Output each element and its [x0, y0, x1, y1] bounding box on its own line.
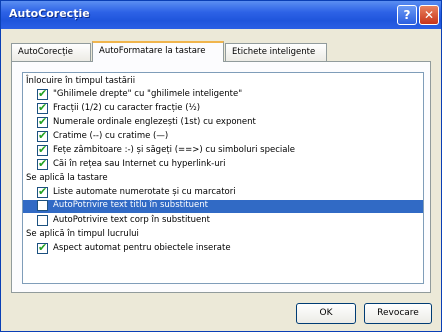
option-label: AutoPotrivire text corp în substituent: [53, 215, 210, 225]
check-icon: ✔: [38, 241, 48, 254]
checkbox[interactable]: ✔: [37, 101, 48, 114]
check-icon: ✔: [38, 87, 48, 100]
section-heading-apply-while-working: Se aplică în timpul lucrului: [26, 229, 139, 239]
option-label: AutoPotrivire text titlu în substituent: [53, 200, 208, 210]
cancel-button[interactable]: Revocare: [364, 303, 432, 324]
checkbox[interactable]: ✔: [37, 87, 48, 100]
check-icon: ✔: [38, 129, 48, 142]
section-heading-apply-as-you-type: Se aplică la tastare: [26, 173, 108, 183]
title-bar: AutoCorecție ? ✕: [1, 1, 441, 29]
checkbox[interactable]: ✔: [37, 157, 48, 170]
tab-autoformat-as-you-type[interactable]: AutoFormatare la tastare: [92, 41, 224, 62]
ok-button[interactable]: OK: [296, 303, 356, 324]
check-icon: ✔: [38, 185, 48, 198]
option-label: Fracții (1/2) cu caracter fracție (½): [53, 103, 201, 113]
autocorrect-dialog: AutoCorecție ? ✕ AutoCorecție AutoFormat…: [0, 0, 442, 332]
checkbox[interactable]: ✔: [37, 143, 48, 156]
list-item[interactable]: ✔ Cratime (--) cu cratime (—): [23, 129, 423, 143]
section-heading-replace: Înlocuire în timpul tastării: [26, 76, 136, 86]
tab-panel: Înlocuire în timpul tastării ✔ "Ghilimel…: [11, 61, 431, 293]
checkbox[interactable]: [37, 215, 48, 226]
list-item[interactable]: ✔ Aspect automat pentru obiectele insera…: [23, 241, 423, 255]
option-label: Fețe zâmbitoare :-) și săgeți (==>) cu s…: [53, 145, 296, 155]
option-label: Aspect automat pentru obiectele inserate: [53, 243, 231, 253]
list-item[interactable]: ✔ Fețe zâmbitoare :-) și săgeți (==>) cu…: [23, 143, 423, 157]
check-icon: ✔: [38, 115, 48, 128]
list-item[interactable]: ✔ Numerale ordinale englezești (1st) cu …: [23, 115, 423, 129]
checkbox[interactable]: ✔: [37, 129, 48, 142]
check-icon: ✔: [38, 157, 48, 170]
help-button[interactable]: ?: [397, 5, 417, 25]
checkbox[interactable]: ✔: [37, 115, 48, 128]
option-label: "Ghilimele drepte" cu "ghilimele intelig…: [53, 89, 243, 99]
tab-smart-tags[interactable]: Etichete inteligente: [225, 43, 327, 61]
list-item[interactable]: ✔ "Ghilimele drepte" cu "ghilimele intel…: [23, 87, 423, 101]
list-item[interactable]: ✔ Fracții (1/2) cu caracter fracție (½): [23, 101, 423, 115]
check-icon: ✔: [38, 143, 48, 156]
options-list[interactable]: Înlocuire în timpul tastării ✔ "Ghilimel…: [22, 72, 424, 284]
checkbox[interactable]: ✔: [37, 185, 48, 198]
option-label: Numerale ordinale englezești (1st) cu ex…: [53, 117, 256, 127]
tab-strip: AutoCorecție AutoFormatare la tastare Et…: [11, 41, 431, 62]
checkbox[interactable]: [37, 200, 48, 211]
close-button[interactable]: ✕: [419, 5, 439, 25]
check-icon: ✔: [38, 101, 48, 114]
option-label: Căi în rețea sau Internet cu hyperlink-u…: [53, 159, 226, 169]
option-label: Cratime (--) cu cratime (—): [53, 131, 169, 141]
checkbox[interactable]: ✔: [37, 241, 48, 254]
list-item[interactable]: AutoPotrivire text corp în substituent: [23, 215, 423, 227]
option-label: Liste automate numerotate și cu marcator…: [53, 187, 236, 197]
window-title: AutoCorecție: [9, 7, 90, 20]
list-item-selected[interactable]: AutoPotrivire text titlu în substituent: [23, 200, 423, 213]
tab-autocorrect[interactable]: AutoCorecție: [11, 43, 91, 61]
list-item[interactable]: ✔ Liste automate numerotate și cu marcat…: [23, 185, 423, 199]
list-item[interactable]: ✔ Căi în rețea sau Internet cu hyperlink…: [23, 157, 423, 171]
